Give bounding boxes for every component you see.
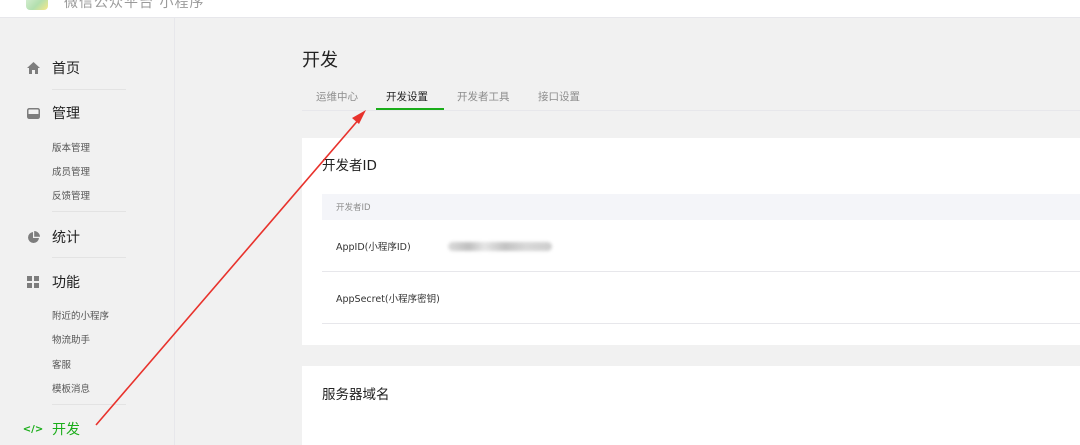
sidebar-item-dev[interactable]: </> 开发	[22, 419, 80, 439]
developer-id-card-title: 开发者ID	[322, 158, 377, 174]
developer-id-table-header: 开发者ID	[322, 194, 1080, 220]
sidebar-sub-customer-service[interactable]: 客服	[52, 357, 71, 371]
sidebar-item-home[interactable]: 首页	[26, 58, 80, 78]
tab-dev-settings[interactable]: 开发设置	[386, 89, 428, 104]
arrow-head	[352, 110, 366, 124]
sidebar-sub-nearby-miniprogram[interactable]: 附近的小程序	[52, 308, 109, 322]
server-domain-card-title: 服务器域名	[322, 387, 390, 403]
sidebar-item-label: 开发	[52, 422, 80, 438]
sidebar-sub-template-message[interactable]: 模板消息	[52, 381, 90, 395]
sidebar-sub-feedback-manage[interactable]: 反馈管理	[52, 188, 90, 202]
pie-chart-icon	[26, 230, 40, 244]
table-header-label: 开发者ID	[336, 203, 371, 213]
inbox-icon	[26, 106, 40, 120]
sidebar-item-label: 统计	[52, 230, 80, 246]
sidebar-sub-version-manage[interactable]: 版本管理	[52, 140, 90, 154]
sidebar-item-features[interactable]: 功能	[26, 272, 80, 292]
sidebar-sub-member-manage[interactable]: 成员管理	[52, 164, 90, 178]
code-icon: </>	[22, 423, 44, 435]
tab-ops-center[interactable]: 运维中心	[316, 89, 358, 104]
sidebar-item-label: 首页	[52, 61, 80, 77]
appid-label: AppID(小程序ID)	[336, 242, 411, 253]
table-row-appsecret: AppSecret(小程序密钥)	[322, 272, 1080, 324]
sidebar-divider	[52, 404, 126, 405]
top-bar: 微信公众平台 小程序	[0, 0, 1080, 18]
server-domain-card: 服务器域名	[302, 366, 1080, 445]
appid-value-redacted	[448, 242, 552, 251]
sidebar-item-stats[interactable]: 统计	[26, 227, 80, 247]
developer-id-card: 开发者ID 开发者ID AppID(小程序ID) AppSecret(小程序密钥…	[302, 138, 1080, 345]
sidebar-item-manage[interactable]: 管理	[26, 103, 80, 123]
tab-api-settings[interactable]: 接口设置	[538, 89, 580, 104]
sidebar-item-label: 功能	[52, 275, 80, 291]
page-title: 开发	[302, 50, 338, 71]
sidebar-divider	[52, 257, 126, 258]
home-icon	[26, 61, 40, 75]
table-row-appid: AppID(小程序ID)	[322, 220, 1080, 272]
tab-dev-tools[interactable]: 开发者工具	[457, 89, 510, 104]
grid-icon	[26, 275, 40, 289]
sidebar-sub-logistics-assistant[interactable]: 物流助手	[52, 332, 90, 346]
sidebar-divider	[52, 89, 126, 90]
sidebar-item-label: 管理	[52, 106, 80, 122]
sidebar: 首页 管理 版本管理 成员管理 反馈管理 统计 功能 附近的小程序 物流助手 客…	[0, 18, 175, 445]
tab-bar: 运维中心 开发设置 开发者工具 接口设置	[302, 86, 1080, 111]
top-bar-title: 微信公众平台 小程序	[64, 0, 205, 11]
app-logo-icon	[26, 0, 48, 10]
sidebar-divider	[52, 211, 126, 212]
active-tab-underline	[376, 108, 444, 110]
appsecret-label: AppSecret(小程序密钥)	[336, 294, 440, 305]
